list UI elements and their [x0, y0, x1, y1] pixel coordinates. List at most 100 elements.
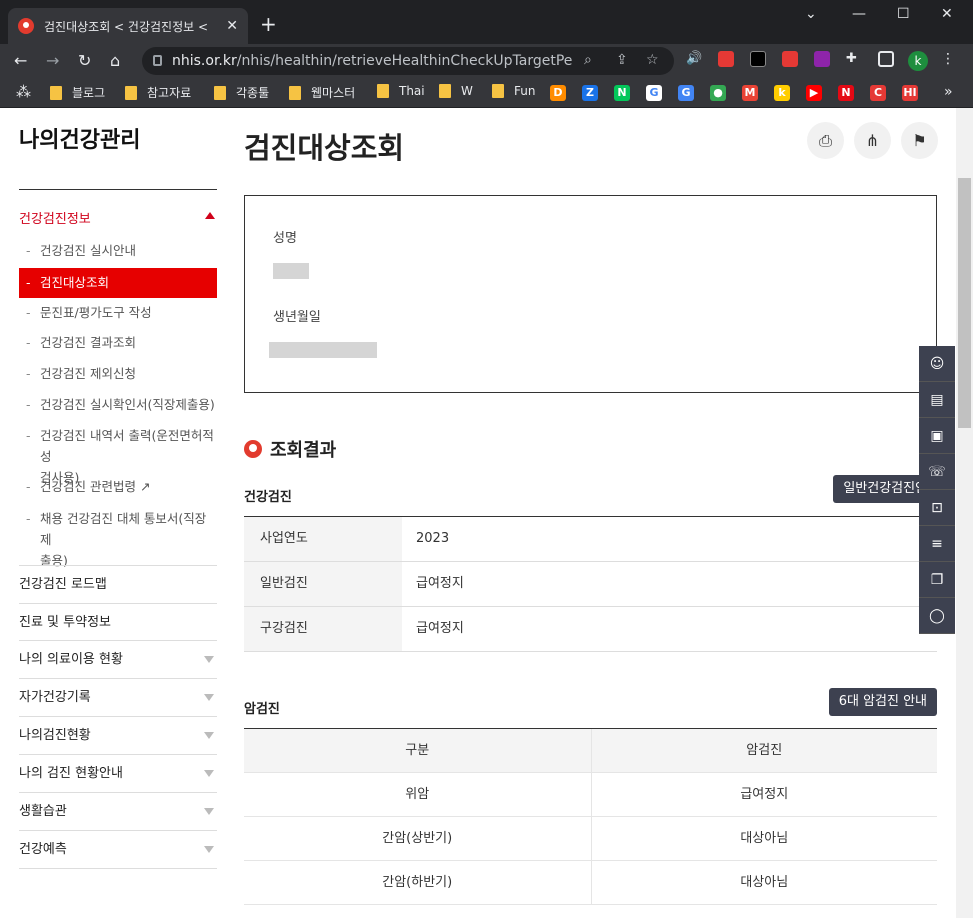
sidebar-menu-medical-usage[interactable]: 나의 의료이용 현황: [19, 640, 217, 678]
menu-dots-icon[interactable]: ⋮: [940, 51, 956, 67]
chevron-down-icon: [204, 656, 214, 663]
table-row: 일반검진 급여정지: [244, 562, 937, 607]
divider: [19, 868, 217, 869]
sidebar-section-health-check[interactable]: 건강검진정보: [19, 208, 217, 227]
bookmark-N-icon[interactable]: N: [614, 85, 630, 101]
bookmark-D-icon[interactable]: D: [550, 85, 566, 101]
more-bookmarks-icon[interactable]: »: [944, 84, 953, 100]
lock-icon[interactable]: ⊡: [919, 490, 955, 526]
side-panel-icon[interactable]: [878, 51, 894, 67]
bookmark-translate-icon[interactable]: G: [678, 85, 694, 101]
phone-icon[interactable]: ☏: [919, 454, 955, 490]
bookmark-youtube-icon[interactable]: ▶: [806, 85, 822, 101]
extension-forward-icon[interactable]: [782, 51, 798, 67]
bookmark-folder[interactable]: W: [439, 84, 473, 98]
table-row: 간암(상반기) 대상아님: [244, 817, 937, 861]
document-icon[interactable]: ▤: [919, 382, 955, 418]
extension-p-icon[interactable]: [750, 51, 766, 67]
bookmark-C-icon[interactable]: C: [870, 85, 886, 101]
sidebar-menu-roadmap[interactable]: 건강검진 로드맵: [19, 565, 217, 603]
table-header-row: 구분 암검진: [244, 729, 937, 773]
profile-avatar[interactable]: k: [908, 51, 928, 71]
share-icon[interactable]: ⋔: [854, 122, 891, 159]
new-tab-icon[interactable]: +: [260, 12, 277, 36]
bookmarks-bar: ⁂ 블로그 참고자료 각종툴 웹마스터 Thai W Fun »: [0, 78, 973, 108]
bookmark-icon[interactable]: ⚑: [901, 122, 938, 159]
cancer-check-guide-button[interactable]: 6대 암검진 안내: [828, 688, 937, 716]
sidebar-subitem[interactable]: 채용 건강검진 대체 통보서(직장제 출용): [19, 508, 217, 571]
url-text: nhis.or.kr/nhis/healthin/retrieveHealthi…: [172, 53, 572, 69]
bookmark-maps-icon[interactable]: ●: [710, 85, 726, 101]
address-bar[interactable]: nhis.or.kr/nhis/healthin/retrieveHealthi…: [142, 47, 674, 75]
bookmark-folder[interactable]: 웹마스터: [289, 84, 355, 101]
quick-menu: ☺ ▤ ▣ ☏ ⊡ ≡ ❐ ◯: [919, 346, 955, 634]
sidebar-subitem[interactable]: 건강검진 제외신청: [19, 363, 217, 384]
close-tab-icon[interactable]: ✕: [226, 18, 238, 34]
chevron-down-icon: [204, 732, 214, 739]
list-icon[interactable]: ≡: [919, 526, 955, 562]
back-icon[interactable]: ←: [14, 51, 27, 70]
bookmark-folder[interactable]: 블로그: [50, 84, 105, 101]
reload-icon[interactable]: ↻: [78, 51, 91, 70]
sidebar-menu-self-record[interactable]: 자가건강기록: [19, 678, 217, 716]
browser-titlebar: 검진대상조회 < 건강검진정보 < ✕ + ⌄ — ☐ ✕: [0, 0, 973, 44]
print-icon[interactable]: ⎙: [807, 122, 844, 159]
sidebar-menu-check-guide[interactable]: 나의 검진 현황안내: [19, 754, 217, 792]
birth-value-redacted: [269, 342, 377, 358]
tab-title: 검진대상조회 < 건강검진정보 <: [44, 19, 209, 34]
chevron-down-icon: [204, 694, 214, 701]
share-icon[interactable]: ⇪: [616, 52, 628, 68]
page-title: 검진대상조회: [244, 131, 405, 165]
sidebar-subitem-external[interactable]: 건강검진 관련법령 ↗: [19, 476, 217, 497]
folder-icon: [492, 84, 504, 98]
bookmark-k-icon[interactable]: k: [774, 85, 790, 101]
name-label: 성명: [273, 231, 297, 246]
forward-icon[interactable]: →: [46, 51, 59, 70]
sidebar-menu-check-status[interactable]: 나의검진현황: [19, 716, 217, 754]
bookmark-folder[interactable]: Fun: [492, 84, 535, 98]
bookmark-folder[interactable]: 각종툴: [214, 84, 269, 101]
extension-lock-icon[interactable]: [718, 51, 734, 67]
audio-icon[interactable]: 🔊: [686, 51, 702, 67]
zoom-search-icon[interactable]: ⌕: [584, 52, 592, 68]
birth-label: 생년월일: [273, 310, 321, 325]
sidebar-subitem[interactable]: 건강검진 결과조회: [19, 332, 217, 353]
sidebar-subitem[interactable]: 건강검진 실시안내: [19, 240, 217, 261]
sidebar-subitem-active[interactable]: 검진대상조회: [19, 268, 217, 298]
copy-icon[interactable]: ❐: [919, 562, 955, 598]
folder-icon: [439, 84, 451, 98]
maximize-icon[interactable]: ☐: [897, 6, 910, 22]
bookmark-folder[interactable]: 참고자료: [125, 84, 191, 101]
bookmark-Z-icon[interactable]: Z: [582, 85, 598, 101]
chat-icon[interactable]: ◯: [919, 598, 955, 634]
user-icon[interactable]: ☺: [919, 346, 955, 382]
sidebar-title: 나의건강관리: [19, 128, 141, 153]
tab-search-icon[interactable]: ⌄: [805, 6, 817, 22]
bookmark-folder[interactable]: Thai: [377, 84, 425, 98]
bookmark-G-icon[interactable]: G: [646, 85, 662, 101]
sidebar-subitem[interactable]: 건강검진 실시확인서(직장제출용): [19, 394, 217, 415]
lock-icon[interactable]: [153, 55, 162, 66]
sidebar-subitem[interactable]: 문진표/평가도구 작성: [19, 302, 217, 323]
close-window-icon[interactable]: ✕: [941, 6, 953, 22]
page-content: 나의건강관리 건강검진정보 건강검진 실시안내 검진대상조회 문진표/평가도구 …: [0, 108, 973, 918]
external-link-icon: ↗: [139, 479, 151, 494]
bookmark-gmail-icon[interactable]: M: [742, 85, 758, 101]
browser-tab[interactable]: 검진대상조회 < 건강검진정보 < ✕: [8, 8, 248, 44]
extension-w-icon[interactable]: [814, 51, 830, 67]
bookmark-star-icon[interactable]: ☆: [646, 52, 659, 68]
extensions-puzzle-icon[interactable]: ✚: [846, 51, 862, 67]
minimize-icon[interactable]: —: [852, 6, 866, 22]
sidebar-menu-lifestyle[interactable]: 생활습관: [19, 792, 217, 830]
bookmark-netflix-icon[interactable]: N: [838, 85, 854, 101]
apps-icon[interactable]: ⁂: [16, 83, 31, 101]
cancer-check-table: 구분 암검진 위암 급여정지 간암(상반기) 대상아님 간암(하반기) 대상아님: [244, 728, 937, 905]
scrollbar-thumb[interactable]: [958, 178, 971, 428]
home-icon[interactable]: ⌂: [110, 51, 120, 70]
result-icon: [244, 440, 262, 458]
chevron-down-icon: [204, 770, 214, 777]
sidebar-menu-prediction[interactable]: 건강예측: [19, 830, 217, 868]
sidebar-menu-medication[interactable]: 진료 및 투약정보: [19, 603, 217, 641]
bookmark-HI-icon[interactable]: HI: [902, 85, 918, 101]
monitor-icon[interactable]: ▣: [919, 418, 955, 454]
